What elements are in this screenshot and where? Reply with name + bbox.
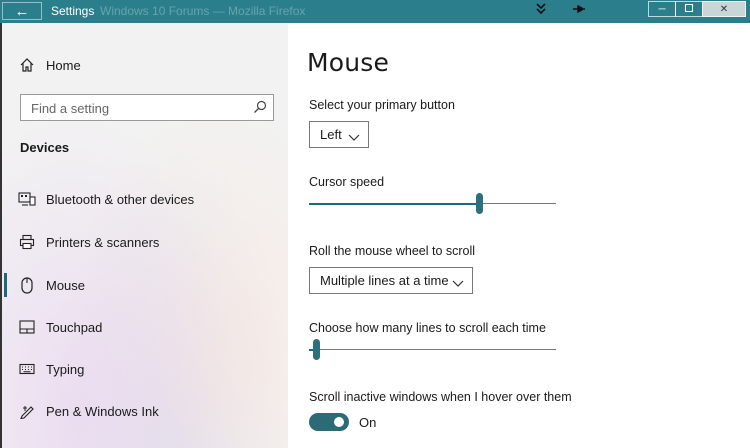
touchpad-icon (18, 318, 36, 336)
back-arrow-icon: ← (14, 2, 30, 20)
sidebar: Home Find a setting Devices Bluetooth & … (0, 23, 288, 448)
sidebar-item-label: Bluetooth & other devices (46, 191, 195, 207)
selected-indicator (4, 273, 7, 297)
sidebar-item-label: Pen & Windows Ink (46, 403, 159, 419)
scroll-wheel-value: Multiple lines at a time (320, 273, 449, 288)
sidebar-item-label: Home (46, 57, 81, 73)
maximize-icon (685, 3, 693, 15)
cursor-speed-fill (309, 202, 480, 205)
toggle-state-text: On (359, 415, 377, 430)
sidebar-item-typing[interactable]: Typing (2, 354, 288, 384)
scroll-lines-slider[interactable] (309, 348, 556, 351)
close-icon: ✕ (719, 3, 729, 15)
scroll-wheel-label: Roll the mouse wheel to scroll (309, 244, 476, 258)
background-window-title: Windows 10 Forums — Mozilla Firefox (100, 4, 306, 18)
sidebar-item-home[interactable]: Home (2, 50, 288, 80)
primary-button-dropdown[interactable]: Left (309, 121, 369, 148)
sidebar-item-pen[interactable]: Pen & Windows Ink (2, 396, 288, 426)
pen-icon (18, 402, 36, 420)
search-icon (253, 100, 267, 114)
inactive-scroll-label: Scroll inactive windows when I hover ove… (309, 390, 572, 404)
primary-button-value: Left (320, 127, 342, 142)
main-panel: Mouse Select your primary button Left Cu… (288, 23, 750, 448)
sidebar-item-mouse[interactable]: Mouse (2, 270, 288, 300)
mouse-icon (18, 276, 36, 294)
title-bar: ← Settings Windows 10 Forums — Mozilla F… (0, 0, 750, 23)
scroll-lines-thumb[interactable] (312, 339, 320, 360)
pin-icon (572, 3, 586, 17)
inactive-scroll-toggle[interactable] (309, 413, 349, 431)
section-heading: Devices (20, 140, 70, 155)
chevron-down-icon (452, 276, 464, 287)
chevron-down-icon (348, 130, 360, 141)
search-input[interactable]: Find a setting (20, 94, 274, 121)
window-title: Settings (51, 4, 95, 18)
scroll-lines-label: Choose how many lines to scroll each tim… (309, 321, 546, 335)
printer-icon (18, 233, 36, 251)
scroll-wheel-dropdown[interactable]: Multiple lines at a time (309, 267, 473, 294)
minimize-icon: ─ (658, 3, 666, 15)
bluetooth-devices-icon (18, 190, 36, 208)
sidebar-item-touchpad[interactable]: Touchpad (2, 312, 288, 342)
sidebar-item-label: Mouse (46, 277, 86, 293)
back-button[interactable]: ← (2, 2, 42, 20)
search-placeholder: Find a setting (31, 101, 110, 116)
sidebar-item-printers[interactable]: Printers & scanners (2, 227, 288, 257)
minimize-button[interactable]: ─ (648, 1, 676, 17)
cursor-speed-slider[interactable] (309, 202, 556, 205)
home-icon (18, 56, 36, 74)
sidebar-item-label: Printers & scanners (46, 234, 160, 250)
sidebar-item-label: Typing (46, 361, 85, 377)
close-button[interactable]: ✕ (702, 1, 746, 17)
toggle-knob (334, 417, 344, 427)
keyboard-icon (18, 360, 36, 378)
sidebar-item-label: Touchpad (46, 319, 103, 335)
sidebar-item-bluetooth[interactable]: Bluetooth & other devices (2, 184, 288, 214)
primary-button-label: Select your primary button (309, 98, 455, 112)
page-title: Mouse (307, 48, 390, 77)
maximize-button[interactable] (675, 1, 703, 17)
cursor-speed-thumb[interactable] (475, 193, 483, 214)
scroll-down-icon (536, 3, 546, 18)
cursor-speed-label: Cursor speed (309, 175, 385, 189)
window-controls: ─ ✕ (648, 1, 746, 17)
